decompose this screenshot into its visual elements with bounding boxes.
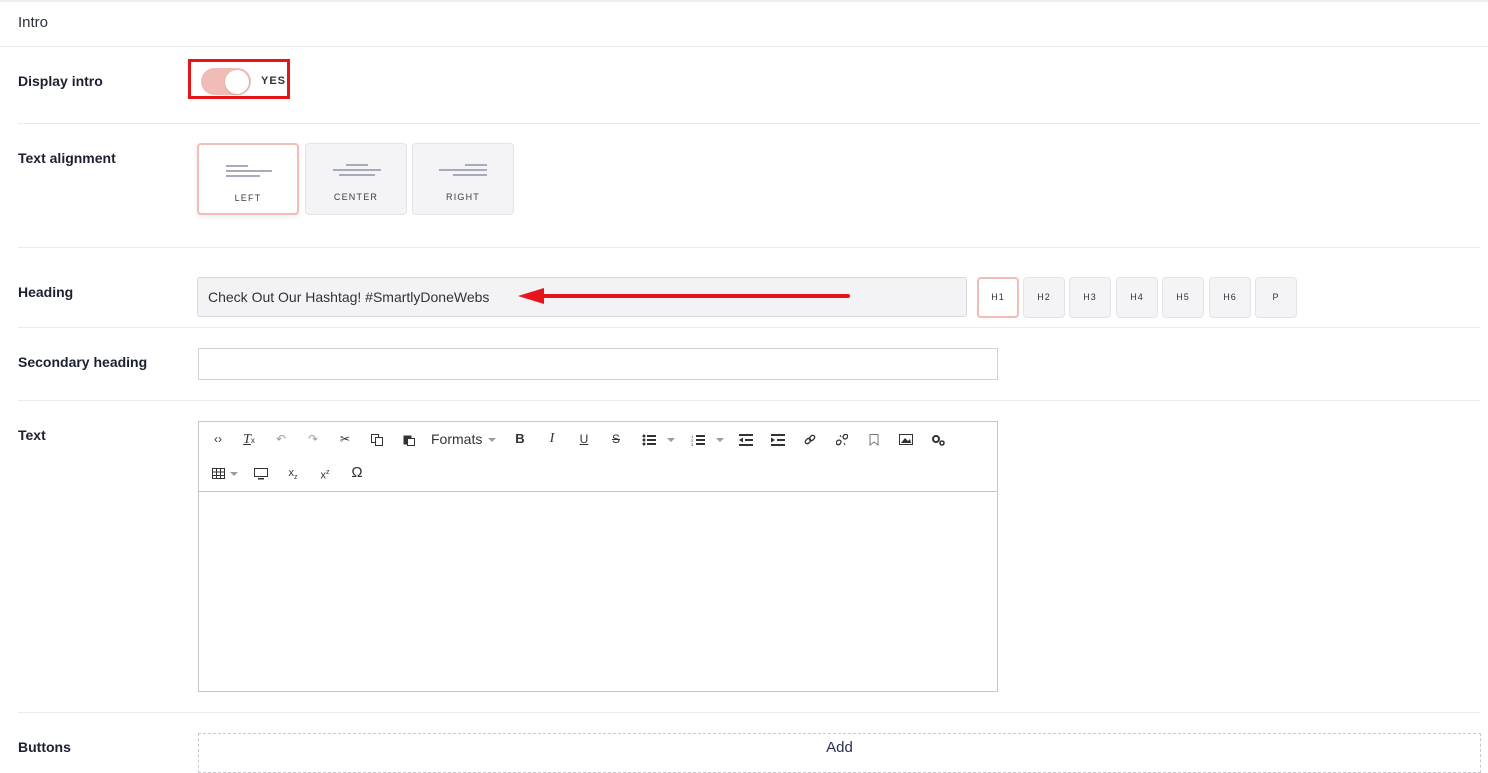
align-right-icon — [413, 162, 513, 176]
align-left-icon — [199, 163, 297, 177]
toggle-state-label: YES — [261, 75, 287, 87]
secondary-heading-input[interactable] — [198, 348, 998, 380]
text-alignment-label: Text alignment — [18, 150, 116, 166]
table-icon[interactable] — [205, 461, 231, 485]
display-intro-label: Display intro — [18, 73, 103, 89]
editor-content-area[interactable] — [199, 492, 997, 691]
chevron-down-icon[interactable] — [667, 438, 675, 442]
bold-icon[interactable]: B — [507, 427, 533, 451]
divider — [18, 123, 1480, 124]
bookmark-icon[interactable] — [861, 427, 887, 451]
cut-icon[interactable]: ✂ — [332, 427, 358, 451]
italic-icon[interactable]: I — [539, 427, 565, 451]
align-center-caption: CENTER — [333, 192, 379, 202]
redo-icon[interactable]: ↷ — [300, 427, 326, 451]
align-left-caption: LEFT — [234, 193, 262, 203]
highlight-box: YES — [188, 59, 290, 99]
annotation-arrow-icon — [518, 288, 850, 304]
buttons-label: Buttons — [18, 739, 71, 755]
display-intro-toggle[interactable] — [201, 68, 251, 95]
omega-icon[interactable]: Ω — [344, 461, 370, 485]
preview-icon[interactable] — [248, 461, 274, 485]
heading-level-h1[interactable]: H1 — [977, 277, 1019, 318]
chevron-down-icon — [488, 438, 496, 442]
formats-label: Formats — [431, 431, 483, 447]
settings-icon[interactable] — [925, 427, 951, 451]
heading-level-h4[interactable]: H4 — [1116, 277, 1158, 318]
heading-level-h6[interactable]: H6 — [1209, 277, 1251, 318]
rich-text-editor: ‹› Tx ↶ ↷ ✂ Formats B I U S 123 xz xz Ω — [198, 421, 998, 692]
heading-level-h3[interactable]: H3 — [1069, 277, 1111, 318]
strikethrough-icon[interactable]: S — [603, 427, 629, 451]
paste-icon[interactable] — [396, 427, 422, 451]
svg-text:3: 3 — [691, 442, 694, 446]
outdent-icon[interactable] — [733, 427, 759, 451]
add-button[interactable]: Add — [198, 733, 1481, 773]
align-center-icon — [306, 162, 406, 176]
chevron-down-icon[interactable] — [716, 438, 724, 442]
secondary-heading-label: Secondary heading — [18, 354, 148, 370]
divider — [0, 46, 1488, 47]
numbered-list-icon[interactable]: 123 — [685, 427, 711, 451]
formats-dropdown[interactable]: Formats — [431, 427, 491, 451]
underline-icon[interactable]: U — [571, 427, 597, 451]
top-border — [0, 0, 1488, 2]
align-right-button[interactable]: RIGHT — [412, 143, 514, 215]
heading-level-h2[interactable]: H2 — [1023, 277, 1065, 318]
align-center-button[interactable]: CENTER — [305, 143, 407, 215]
bullet-list-icon[interactable] — [636, 427, 662, 451]
toggle-knob — [225, 70, 249, 94]
divider — [18, 327, 1480, 328]
image-icon[interactable] — [893, 427, 919, 451]
undo-icon[interactable]: ↶ — [268, 427, 294, 451]
heading-label: Heading — [18, 284, 74, 300]
section-title: Intro — [18, 14, 49, 31]
indent-icon[interactable] — [765, 427, 791, 451]
code-icon[interactable]: ‹› — [205, 427, 231, 451]
link-icon[interactable] — [797, 427, 823, 451]
divider — [18, 712, 1480, 713]
align-right-caption: RIGHT — [446, 192, 480, 202]
subscript-icon[interactable]: xz — [280, 461, 306, 485]
chevron-down-icon[interactable] — [230, 472, 238, 476]
unlink-icon[interactable] — [829, 427, 855, 451]
text-label: Text — [18, 427, 46, 443]
editor-toolbar: ‹› Tx ↶ ↷ ✂ Formats B I U S 123 xz xz Ω — [199, 422, 997, 492]
divider — [18, 247, 1480, 248]
heading-level-h5[interactable]: H5 — [1162, 277, 1204, 318]
heading-level-p[interactable]: P — [1255, 277, 1297, 318]
divider — [18, 400, 1480, 401]
clear-format-icon[interactable]: Tx — [236, 427, 262, 451]
superscript-icon[interactable]: xz — [312, 461, 338, 485]
align-left-button[interactable]: LEFT — [197, 143, 299, 215]
copy-icon[interactable] — [364, 427, 390, 451]
